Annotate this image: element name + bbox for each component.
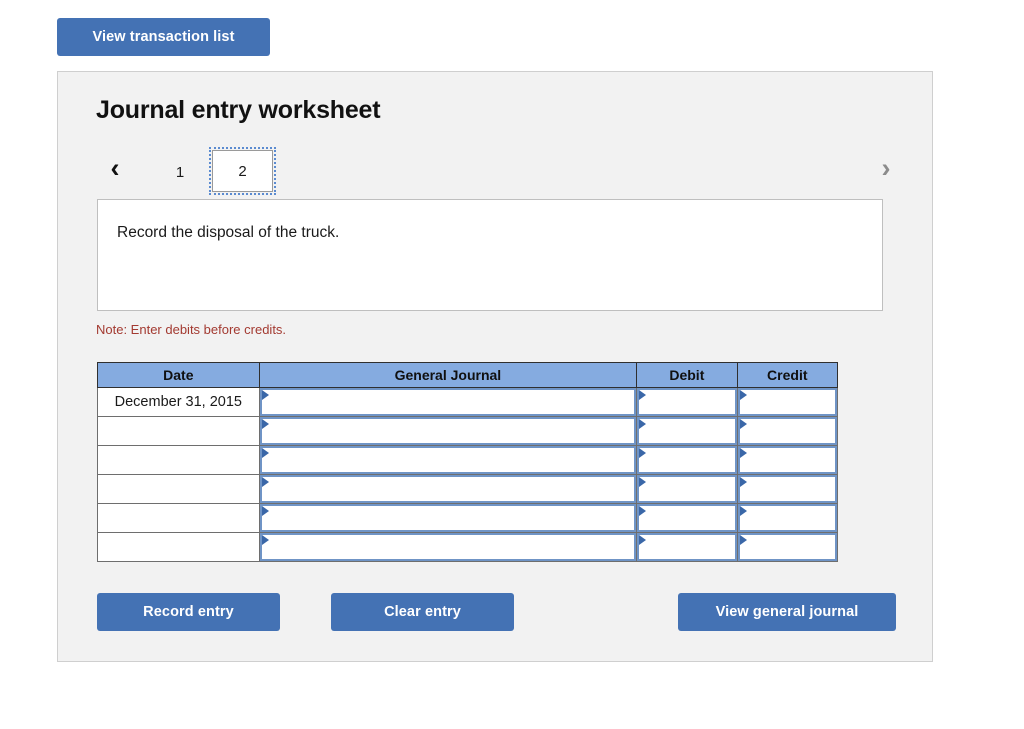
page-title: Journal entry worksheet (96, 96, 381, 124)
column-header-date: Date (97, 362, 260, 388)
worksheet-tab-1[interactable]: 1 (162, 153, 198, 191)
debit-input[interactable] (637, 475, 737, 503)
table-row (97, 503, 839, 533)
debit-cell (636, 503, 738, 533)
table-row: December 31, 2015 (97, 387, 839, 417)
date-cell[interactable] (97, 445, 260, 475)
page-root: View transaction list Journal entry work… (0, 0, 1024, 729)
debit-input[interactable] (637, 388, 737, 416)
debit-cell (636, 532, 738, 562)
debit-cell (636, 387, 738, 417)
date-cell[interactable] (97, 532, 260, 562)
view-general-journal-button[interactable]: View general journal (678, 593, 896, 631)
general-journal-input[interactable] (259, 475, 637, 503)
chevron-left-icon[interactable]: ‹ (100, 146, 130, 190)
credit-cell (736, 474, 839, 504)
column-header-credit: Credit (736, 362, 839, 388)
credit-input[interactable] (737, 388, 837, 416)
date-cell[interactable] (97, 474, 260, 504)
table-row (97, 445, 839, 475)
journal-entry-worksheet-panel: Journal entry worksheet ‹ 1 2 › Record t… (57, 71, 933, 662)
credit-cell (736, 532, 839, 562)
date-cell: December 31, 2015 (97, 387, 260, 417)
general-journal-cell (258, 532, 638, 562)
general-journal-input[interactable] (259, 388, 637, 416)
record-entry-button[interactable]: Record entry (97, 593, 280, 631)
column-header-general-journal: General Journal (258, 362, 638, 388)
credit-cell (736, 387, 839, 417)
debit-input[interactable] (637, 533, 737, 561)
transaction-prompt-box: Record the disposal of the truck. (97, 199, 883, 311)
general-journal-cell (258, 503, 638, 533)
journal-entry-table: Date General Journal Debit Credit Decemb… (97, 362, 839, 562)
credit-input[interactable] (737, 533, 837, 561)
table-row (97, 416, 839, 446)
general-journal-input[interactable] (259, 533, 637, 561)
credit-cell (736, 503, 839, 533)
general-journal-cell (258, 445, 638, 475)
debit-input[interactable] (637, 504, 737, 532)
debit-cell (636, 445, 738, 475)
debit-input[interactable] (637, 417, 737, 445)
general-journal-input[interactable] (259, 417, 637, 445)
table-row (97, 474, 839, 504)
credit-input[interactable] (737, 417, 837, 445)
credit-input[interactable] (737, 475, 837, 503)
credit-cell (736, 416, 839, 446)
credit-input[interactable] (737, 504, 837, 532)
date-cell[interactable] (97, 503, 260, 533)
worksheet-tab-2[interactable]: 2 (209, 147, 276, 195)
chevron-right-icon[interactable]: › (871, 146, 901, 190)
view-transaction-list-button[interactable]: View transaction list (57, 18, 270, 56)
general-journal-input[interactable] (259, 446, 637, 474)
general-journal-input[interactable] (259, 504, 637, 532)
debits-before-credits-note: Note: Enter debits before credits. (96, 322, 287, 337)
column-header-debit: Debit (636, 362, 738, 388)
table-header-row: Date General Journal Debit Credit (97, 362, 839, 388)
worksheet-pager: ‹ 1 2 › (96, 146, 896, 195)
debit-cell (636, 474, 738, 504)
transaction-prompt-text: Record the disposal of the truck. (117, 224, 340, 241)
date-cell[interactable] (97, 416, 260, 446)
general-journal-cell (258, 416, 638, 446)
debit-cell (636, 416, 738, 446)
general-journal-cell (258, 387, 638, 417)
credit-input[interactable] (737, 446, 837, 474)
general-journal-cell (258, 474, 638, 504)
debit-input[interactable] (637, 446, 737, 474)
credit-cell (736, 445, 839, 475)
clear-entry-button[interactable]: Clear entry (331, 593, 514, 631)
table-row (97, 532, 839, 562)
